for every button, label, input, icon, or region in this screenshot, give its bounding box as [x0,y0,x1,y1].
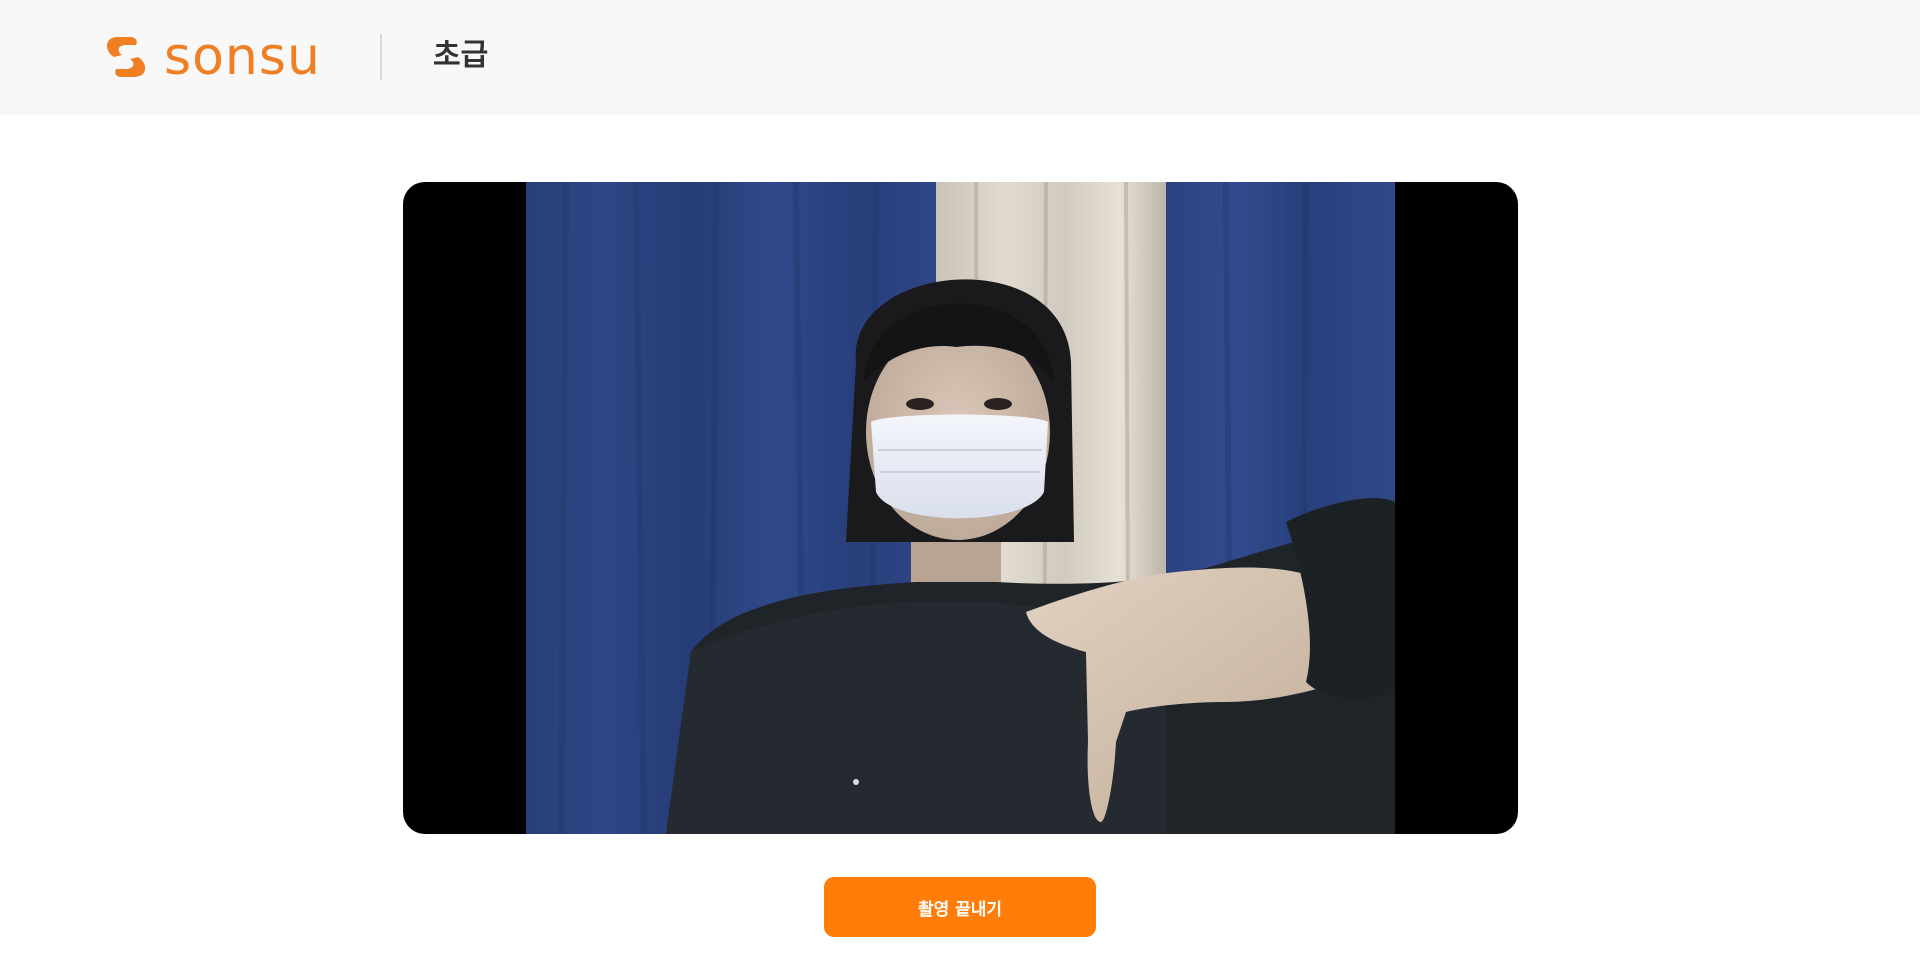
header-divider [380,34,382,80]
logo-mark-icon [106,37,146,77]
sonsu-logo[interactable]: sonsu [100,30,321,84]
camera-frame [403,182,1518,834]
page-title: 초급 [433,38,489,73]
logo-wordmark: sonsu [164,27,321,87]
end-recording-button[interactable]: 촬영 끝내기 [824,877,1096,937]
webcam-image [526,182,1395,834]
webcam-video [526,182,1395,834]
app-header: sonsu 초급 [0,0,1920,115]
